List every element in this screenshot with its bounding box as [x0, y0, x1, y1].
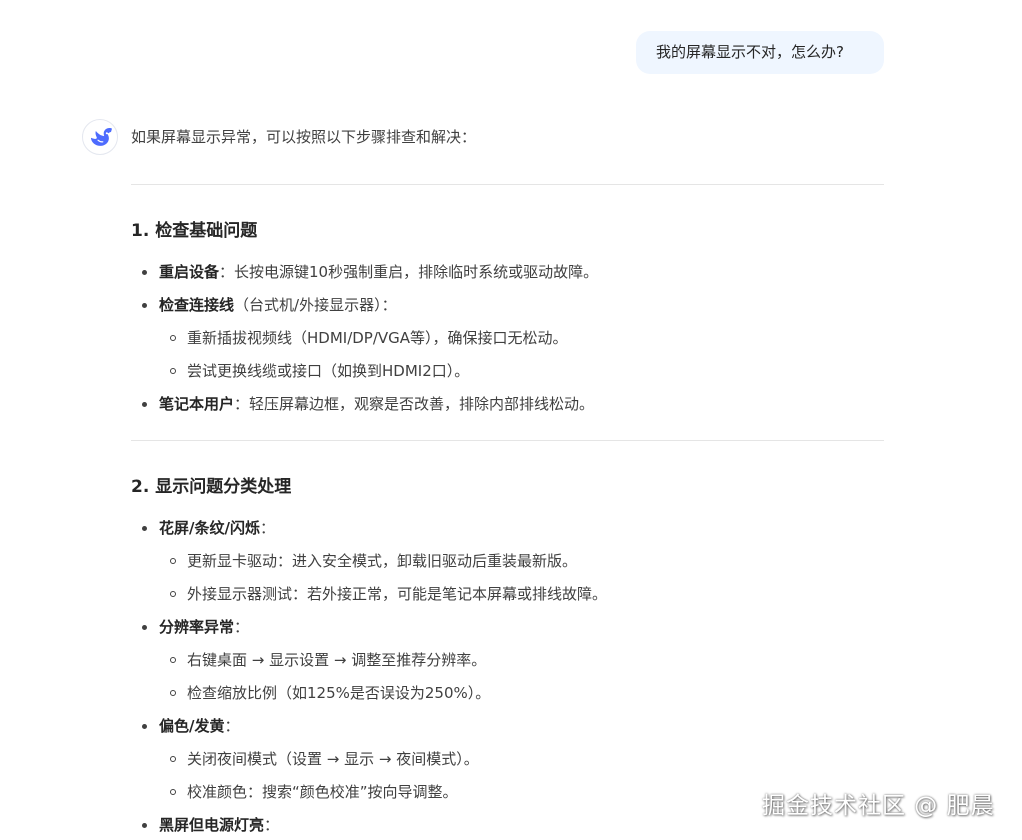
item-text: （台式机/外接显示器）： — [234, 296, 397, 314]
sub-item-text: 尝试更换线缆或接口（如换到HDMI2口）。 — [187, 362, 470, 380]
bullet-icon — [142, 625, 147, 630]
bullet-icon — [142, 270, 147, 275]
deepseek-whale-icon — [90, 128, 112, 146]
sub-list-item: 关闭夜间模式（设置 → 显示 → 夜间模式）。 — [159, 747, 884, 771]
list-item: 花屏/条纹/闪烁： 更新显卡驱动：进入安全模式，卸载旧驱动后重装最新版。 外接显… — [131, 516, 884, 606]
item-text: ：轻压屏幕边框，观察是否改善，排除内部排线松动。 — [234, 395, 595, 413]
item-text: ： — [259, 519, 275, 537]
sub-list-item: 更新显卡驱动：进入安全模式，卸载旧驱动后重装最新版。 — [159, 549, 884, 573]
sub-list-item: 右键桌面 → 显示设置 → 调整至推荐分辨率。 — [159, 648, 884, 672]
item-text: ： — [224, 717, 240, 735]
user-message-text: 我的屏幕显示不对，怎么办? — [656, 43, 844, 61]
sub-list: 更新显卡驱动：进入安全模式，卸载旧驱动后重装最新版。 外接显示器测试：若外接正常… — [159, 549, 884, 606]
bullet-icon — [142, 823, 147, 828]
sub-bullet-icon — [170, 756, 176, 762]
item-bold-label: 检查连接线 — [159, 296, 235, 314]
chat-page: 我的屏幕显示不对，怎么办? 如果屏幕显示异常，可以按照以下步骤排查和解决： 1.… — [0, 0, 1022, 840]
sub-bullet-icon — [170, 789, 176, 795]
section-1: 1. 检查基础问题 重启设备：长按电源键10秒强制重启，排除临时系统或驱动故障。… — [131, 218, 884, 416]
bullet-icon — [142, 526, 147, 531]
item-text: ：长按电源键10秒强制重启，排除临时系统或驱动故障。 — [219, 263, 599, 281]
section-1-list: 重启设备：长按电源键10秒强制重启，排除临时系统或驱动故障。 检查连接线（台式机… — [131, 260, 884, 416]
sub-bullet-icon — [170, 368, 176, 374]
item-bold-label: 花屏/条纹/闪烁 — [159, 519, 260, 537]
item-bold-label: 黑屏但电源灯亮 — [159, 816, 265, 834]
bullet-icon — [142, 724, 147, 729]
item-bold-label: 分辨率异常 — [159, 618, 235, 636]
assistant-avatar — [82, 119, 118, 155]
sub-item-text: 检查缩放比例（如125%是否误设为250%）。 — [187, 684, 491, 702]
section-2-title: 2. 显示问题分类处理 — [131, 477, 292, 497]
sub-list: 重新插拔视频线（HDMI/DP/VGA等），确保接口无松动。 尝试更换线缆或接口… — [159, 326, 884, 383]
sub-bullet-icon — [170, 690, 176, 696]
sub-item-text: 关闭夜间模式（设置 → 显示 → 夜间模式）。 — [187, 750, 479, 768]
section-2: 2. 显示问题分类处理 花屏/条纹/闪烁： 更新显卡驱动：进入安全模式，卸载旧驱… — [131, 474, 884, 837]
sub-list-item: 外接显示器测试：若外接正常，可能是笔记本屏幕或排线故障。 — [159, 582, 884, 606]
section-1-title: 1. 检查基础问题 — [131, 221, 258, 241]
section-divider — [131, 184, 884, 185]
sub-item-text: 重新插拔视频线（HDMI/DP/VGA等），确保接口无松动。 — [187, 329, 568, 347]
sub-item-text: 外接显示器测试：若外接正常，可能是笔记本屏幕或排线故障。 — [187, 585, 608, 603]
sub-list: 右键桌面 → 显示设置 → 调整至推荐分辨率。 检查缩放比例（如125%是否误设… — [159, 648, 884, 705]
item-text: ： — [234, 618, 250, 636]
assistant-answer: 如果屏幕显示异常，可以按照以下步骤排查和解决： 1. 检查基础问题 重启设备：长… — [131, 124, 884, 840]
bullet-icon — [142, 402, 147, 407]
watermark: 掘金技术社区 @ 肥晨 — [762, 793, 995, 819]
sub-item-text: 校准颜色：搜索“颜色校准”按向导调整。 — [187, 783, 458, 801]
sub-list-item: 检查缩放比例（如125%是否误设为250%）。 — [159, 681, 884, 705]
sub-bullet-icon — [170, 558, 176, 564]
sub-bullet-icon — [170, 335, 176, 341]
sub-bullet-icon — [170, 657, 176, 663]
item-text: ： — [264, 816, 280, 834]
sub-item-text: 右键桌面 → 显示设置 → 调整至推荐分辨率。 — [187, 651, 487, 669]
bullet-icon — [142, 303, 147, 308]
sub-bullet-icon — [170, 591, 176, 597]
sub-list-item: 重新插拔视频线（HDMI/DP/VGA等），确保接口无松动。 — [159, 326, 884, 350]
list-item: 检查连接线（台式机/外接显示器）： 重新插拔视频线（HDMI/DP/VGA等），… — [131, 293, 884, 383]
item-bold-label: 笔记本用户 — [159, 395, 235, 413]
item-bold-label: 偏色/发黄 — [159, 717, 225, 735]
item-bold-label: 重启设备 — [159, 263, 220, 281]
list-item: 分辨率异常： 右键桌面 → 显示设置 → 调整至推荐分辨率。 检查缩放比例（如1… — [131, 615, 884, 705]
user-message-bubble: 我的屏幕显示不对，怎么办? — [636, 31, 884, 74]
list-item: 笔记本用户：轻压屏幕边框，观察是否改善，排除内部排线松动。 — [131, 392, 884, 416]
list-item: 重启设备：长按电源键10秒强制重启，排除临时系统或驱动故障。 — [131, 260, 884, 284]
section-divider — [131, 440, 884, 441]
answer-intro: 如果屏幕显示异常，可以按照以下步骤排查和解决： — [131, 128, 477, 146]
sub-item-text: 更新显卡驱动：进入安全模式，卸载旧驱动后重装最新版。 — [187, 552, 578, 570]
sub-list-item: 尝试更换线缆或接口（如换到HDMI2口）。 — [159, 359, 884, 383]
